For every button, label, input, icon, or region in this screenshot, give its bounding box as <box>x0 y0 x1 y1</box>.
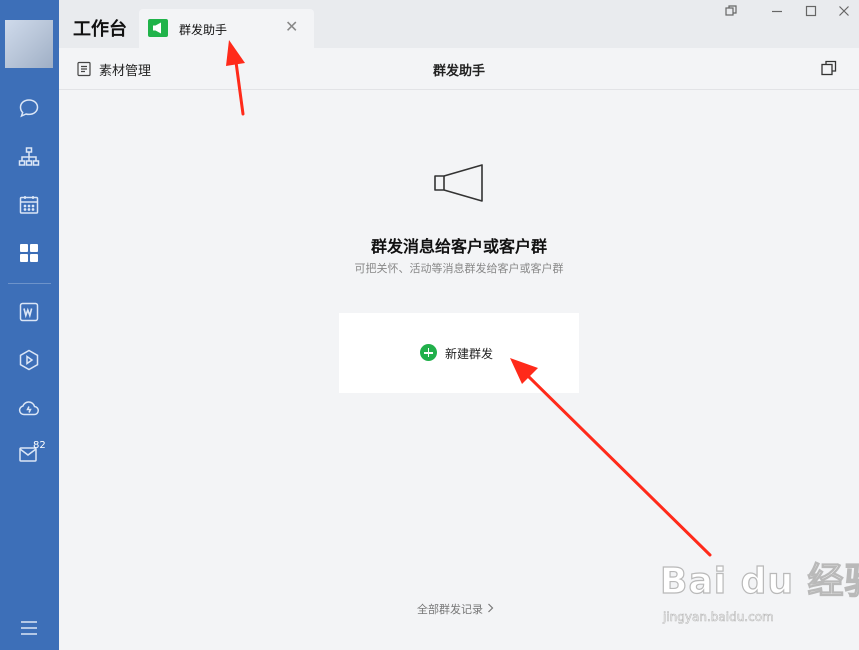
sidebar-divider <box>8 283 51 284</box>
calendar-icon[interactable] <box>17 193 41 217</box>
subline: 可把关怀、活动等消息群发给客户或客户群 <box>354 262 564 275</box>
new-broadcast-label: 新建群发 <box>445 347 494 361</box>
workbench-grid-icon[interactable] <box>17 241 41 265</box>
restore-window-icon[interactable] <box>723 4 739 20</box>
chat-icon[interactable] <box>17 96 41 120</box>
main-content: 群发消息给客户或客户群 可把关怀、活动等消息群发给客户或客户群 新建群发 全部群… <box>59 90 859 650</box>
app-title: 工作台 <box>73 19 127 40</box>
new-broadcast-card: 新建群发 <box>339 313 579 393</box>
cloud-icon[interactable] <box>17 396 41 420</box>
tab-close-icon[interactable]: ✕ <box>285 18 298 36</box>
close-icon[interactable] <box>836 4 852 20</box>
page-title: 群发助手 <box>432 64 485 79</box>
word-doc-icon[interactable] <box>17 300 41 324</box>
avatar[interactable] <box>5 20 53 68</box>
toolbar: 素材管理 群发助手 <box>59 48 859 90</box>
megaphone-illustration-icon <box>433 162 485 208</box>
all-records-link[interactable]: 全部群发记录 <box>417 601 494 617</box>
maximize-icon[interactable] <box>803 4 819 20</box>
sidebar: 82 <box>0 0 59 650</box>
chevron-right-icon <box>487 603 494 616</box>
megaphone-icon <box>148 19 168 37</box>
tab-broadcast-assistant[interactable]: 群发助手 ✕ <box>139 9 314 48</box>
menu-icon[interactable] <box>17 616 41 640</box>
tab-label: 群发助手 <box>179 23 228 37</box>
title-bar: 工作台 群发助手 ✕ <box>59 0 859 48</box>
plus-circle-icon <box>420 344 437 361</box>
mail-badge: 82 <box>33 440 46 451</box>
minimize-icon[interactable] <box>769 4 785 20</box>
org-chart-icon[interactable] <box>17 145 41 169</box>
headline: 群发消息给客户或客户群 <box>370 237 547 256</box>
open-new-window-icon[interactable] <box>820 59 838 81</box>
play-hexagon-icon[interactable] <box>17 348 41 372</box>
all-records-label: 全部群发记录 <box>417 603 483 616</box>
